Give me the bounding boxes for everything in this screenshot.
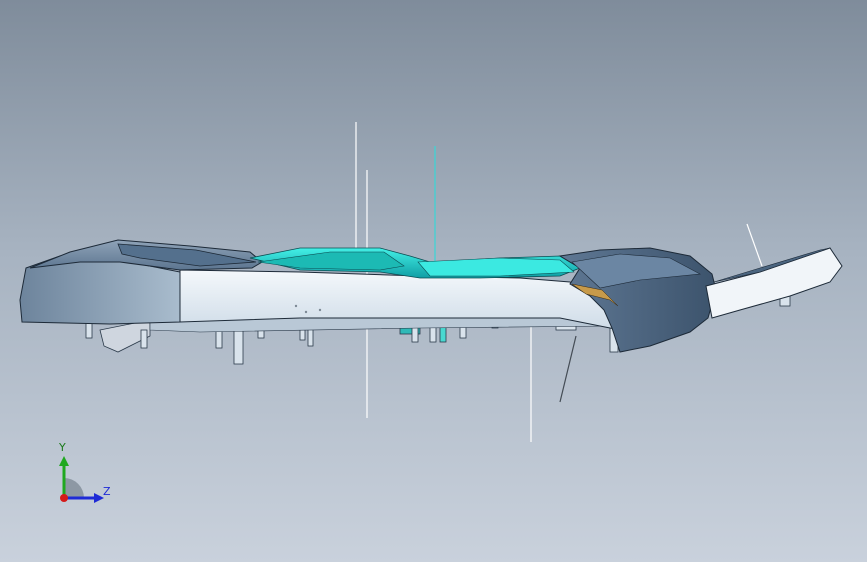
axis-z-label: Z (103, 485, 111, 498)
axis-y-label: Y (59, 441, 66, 454)
cad-viewport[interactable]: Y Z (0, 0, 867, 562)
right-tab (705, 247, 843, 319)
3d-model-view[interactable] (0, 0, 867, 562)
